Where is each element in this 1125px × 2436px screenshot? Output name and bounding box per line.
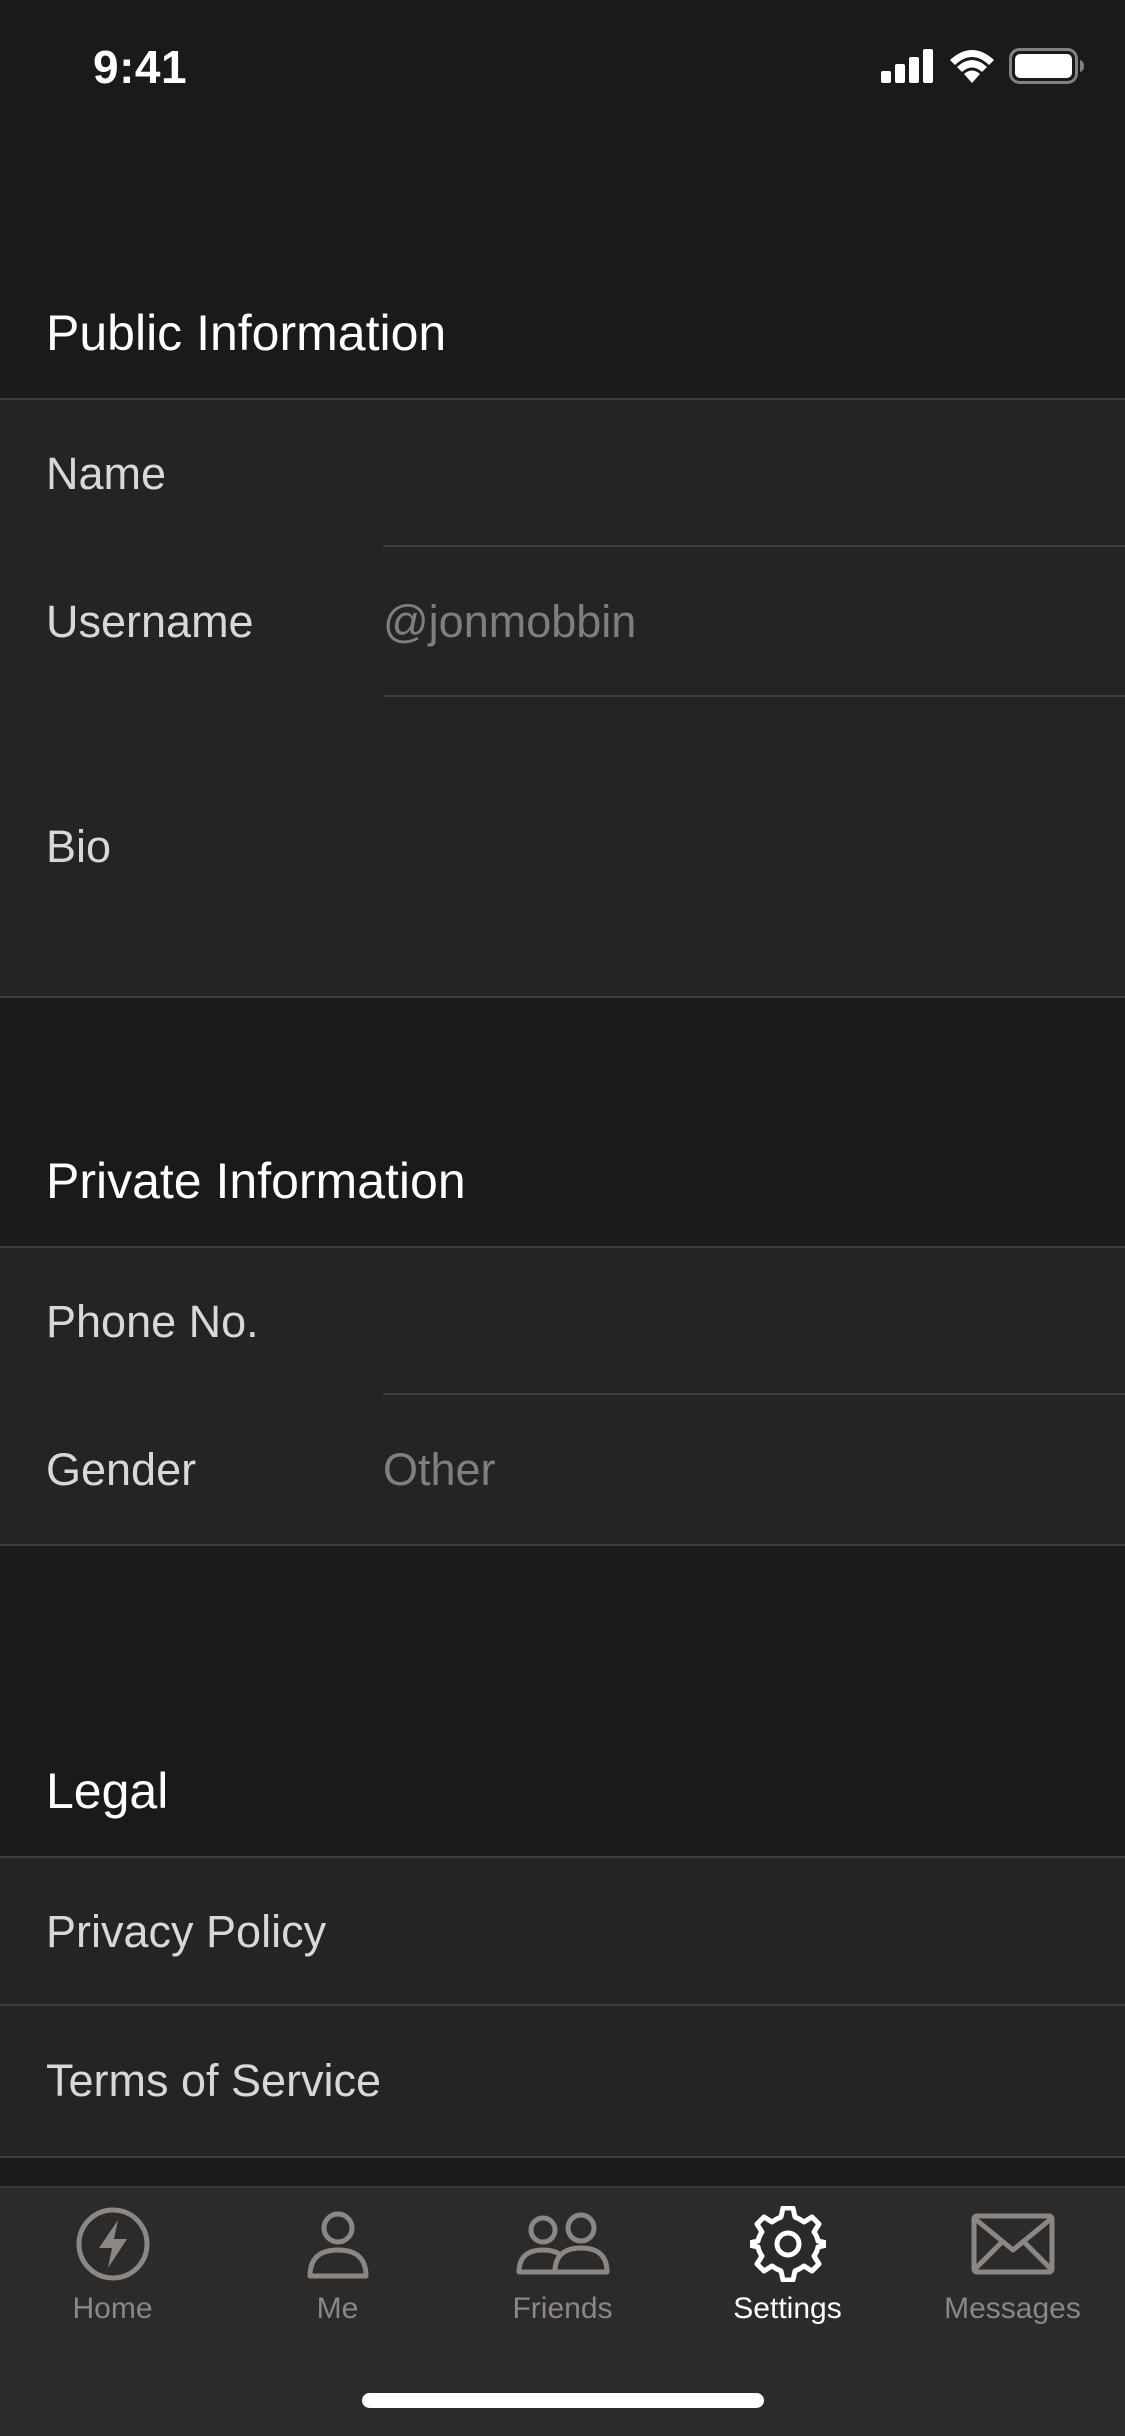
- terms-of-service-row[interactable]: Terms of Service: [0, 2006, 1125, 2156]
- public-information-header: Public Information: [0, 270, 1125, 400]
- legal-title: Legal: [46, 1763, 169, 1819]
- legal-header: Legal: [0, 1546, 1125, 1858]
- privacy-policy-row[interactable]: Privacy Policy: [0, 1858, 1125, 2005]
- status-icons: [881, 48, 1085, 84]
- envelope-icon: [971, 2213, 1054, 2275]
- name-row[interactable]: Name: [0, 400, 1125, 547]
- tab-me[interactable]: Me: [225, 2206, 450, 2356]
- bio-row[interactable]: Bio: [0, 697, 1125, 996]
- home-indicator[interactable]: [362, 2393, 764, 2408]
- tab-settings[interactable]: Settings: [675, 2206, 900, 2356]
- gender-field[interactable]: Other: [383, 1444, 496, 1496]
- phone-field[interactable]: [383, 1248, 1125, 1395]
- public-information-group: Name Username @jonmobbin Bio: [0, 400, 1125, 998]
- username-label: Username: [46, 596, 254, 647]
- tab-home[interactable]: Home: [0, 2206, 225, 2356]
- wifi-icon: [950, 50, 994, 83]
- gender-label: Gender: [46, 1443, 197, 1495]
- status-time: 9:41: [93, 41, 188, 93]
- tab-friends[interactable]: Friends: [450, 2206, 675, 2356]
- name-label: Name: [46, 447, 167, 499]
- private-information-title: Private Information: [46, 1153, 466, 1209]
- tab-label: Me: [316, 2292, 359, 2325]
- battery-icon: [1009, 48, 1084, 84]
- tab-label: Home: [72, 2292, 153, 2325]
- name-field[interactable]: [383, 400, 1125, 547]
- public-information-title: Public Information: [46, 305, 447, 361]
- privacy-policy-link[interactable]: Privacy Policy: [46, 1906, 326, 1958]
- private-information-header: Private Information: [0, 998, 1125, 1248]
- bio-label: Bio: [46, 820, 112, 872]
- legal-group: Privacy Policy Terms of Service: [0, 1858, 1125, 2158]
- person-icon: [307, 2211, 368, 2279]
- tab-messages[interactable]: Messages: [900, 2206, 1125, 2356]
- cellular-signal-icon: [881, 49, 933, 83]
- tab-label: Settings: [733, 2292, 842, 2325]
- private-information-group: Phone No. Gender Other: [0, 1248, 1125, 1546]
- people-icon: [516, 2212, 609, 2275]
- gear-icon: [749, 2206, 826, 2282]
- username-row[interactable]: Username @jonmobbin: [0, 547, 1125, 697]
- bio-field[interactable]: [383, 697, 1125, 996]
- status-bar: 9:41: [0, 0, 1125, 132]
- phone-label: Phone No.: [46, 1295, 259, 1347]
- phone-row[interactable]: Phone No.: [0, 1248, 1125, 1395]
- tab-label: Friends: [512, 2292, 613, 2325]
- lightning-icon: [76, 2207, 149, 2281]
- username-field[interactable]: @jonmobbin: [383, 596, 636, 648]
- terms-of-service-link[interactable]: Terms of Service: [46, 2055, 381, 2107]
- gender-row[interactable]: Gender Other: [0, 1395, 1125, 1544]
- tab-label: Messages: [944, 2292, 1081, 2325]
